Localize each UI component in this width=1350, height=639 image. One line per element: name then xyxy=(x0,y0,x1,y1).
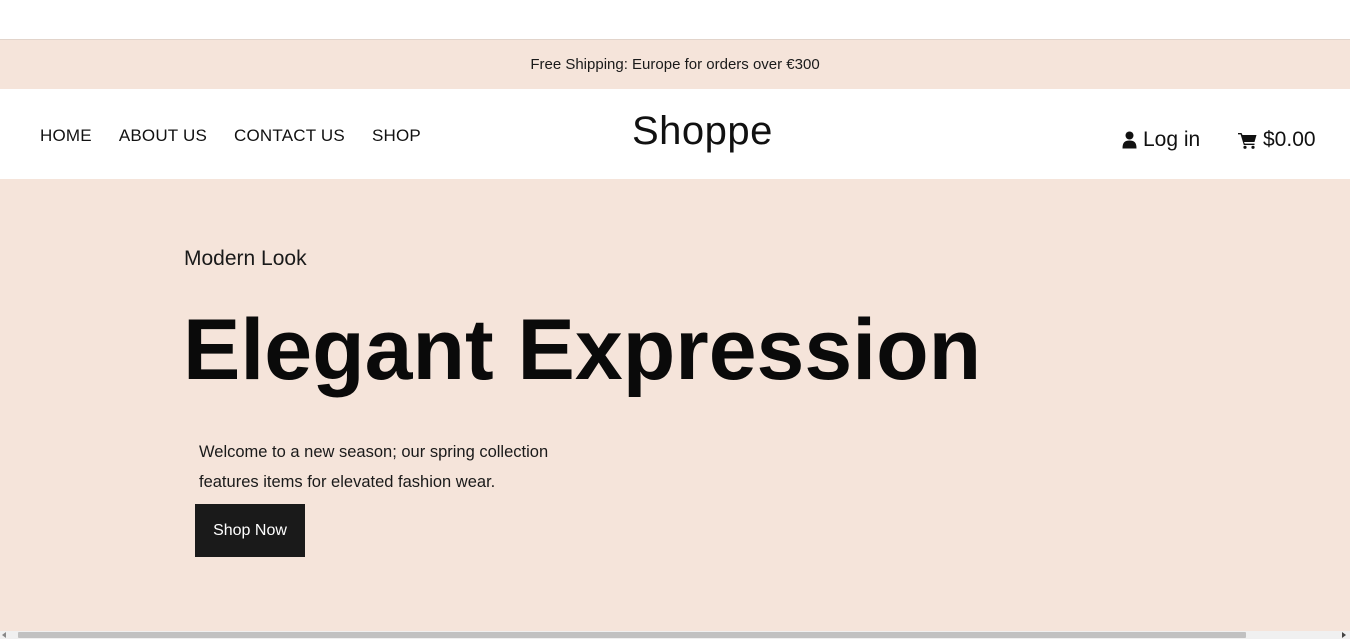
login-label: Log in xyxy=(1143,128,1201,151)
horizontal-scrollbar[interactable] xyxy=(0,631,1350,639)
nav-item-contact-us[interactable]: CONTACT US xyxy=(234,126,345,146)
announcement-text: Free Shipping: Europe for orders over €3… xyxy=(530,56,820,73)
user-icon xyxy=(1122,131,1137,149)
announcement-bar: Free Shipping: Europe for orders over €3… xyxy=(0,40,1350,89)
browser-top-strip xyxy=(0,0,1350,40)
main-nav: HOME ABOUT US CONTACT US SHOP xyxy=(40,126,448,146)
cart-total: $0.00 xyxy=(1263,128,1316,151)
cart-icon xyxy=(1238,132,1257,149)
nav-item-about-us[interactable]: ABOUT US xyxy=(119,126,207,146)
site-header: HOME ABOUT US CONTACT US SHOP Shoppe Log… xyxy=(0,89,1350,179)
hero-eyebrow: Modern Look xyxy=(184,247,307,270)
hero-banner: Modern Look Elegant Expression Welcome t… xyxy=(0,179,1350,631)
scrollbar-thumb[interactable] xyxy=(18,632,1246,638)
nav-item-home[interactable]: HOME xyxy=(40,126,92,146)
site-logo[interactable]: Shoppe xyxy=(632,109,773,154)
login-link[interactable]: Log in xyxy=(1122,128,1200,152)
cart-link[interactable]: $0.00 xyxy=(1238,128,1316,152)
hero-headline: Elegant Expression xyxy=(183,302,982,398)
scroll-left-arrow-icon[interactable] xyxy=(2,632,6,638)
nav-item-shop[interactable]: SHOP xyxy=(372,126,421,146)
shop-now-button[interactable]: Shop Now xyxy=(195,504,305,557)
hero-description: Welcome to a new season; our spring coll… xyxy=(199,443,549,491)
scroll-right-arrow-icon[interactable] xyxy=(1342,632,1346,638)
